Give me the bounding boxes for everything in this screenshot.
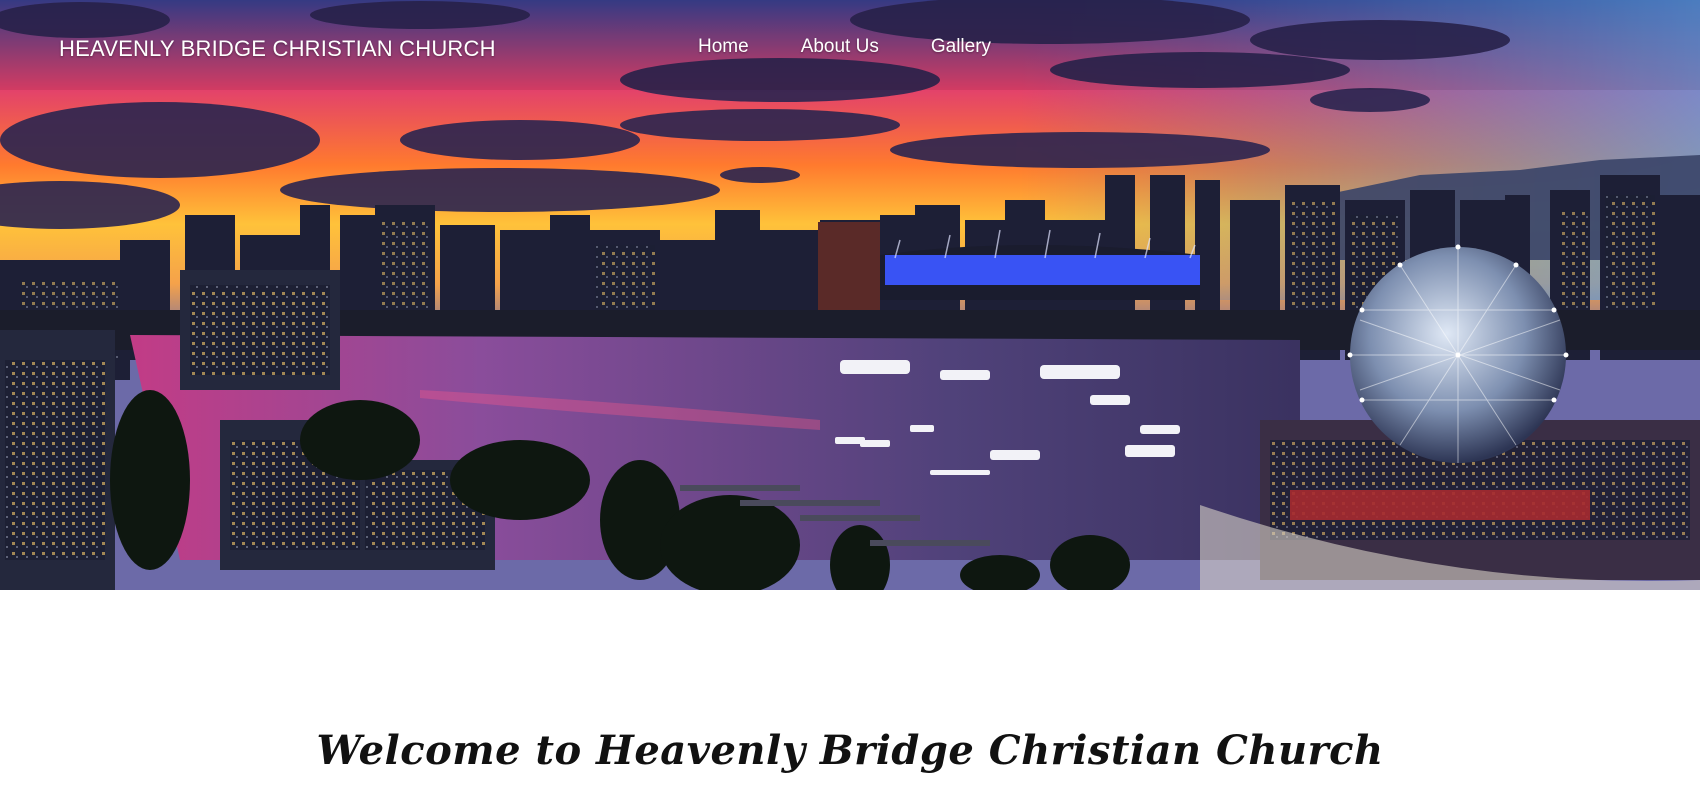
- site-title-link[interactable]: HEAVENLY BRIDGE CHRISTIAN CHURCH: [59, 36, 496, 62]
- nav-link-home[interactable]: Home: [698, 36, 749, 58]
- top-navigation-bar: HEAVENLY BRIDGE CHRISTIAN CHURCH Home Ab…: [0, 0, 1700, 100]
- nav-link-about-us[interactable]: About Us: [801, 36, 879, 58]
- main-nav: Home About Us Gallery: [698, 36, 991, 58]
- hero-banner: HEAVENLY BRIDGE CHRISTIAN CHURCH Home Ab…: [0, 0, 1700, 590]
- nav-link-gallery[interactable]: Gallery: [931, 36, 991, 58]
- welcome-heading: Welcome to Heavenly Bridge Christian Chu…: [316, 726, 1384, 774]
